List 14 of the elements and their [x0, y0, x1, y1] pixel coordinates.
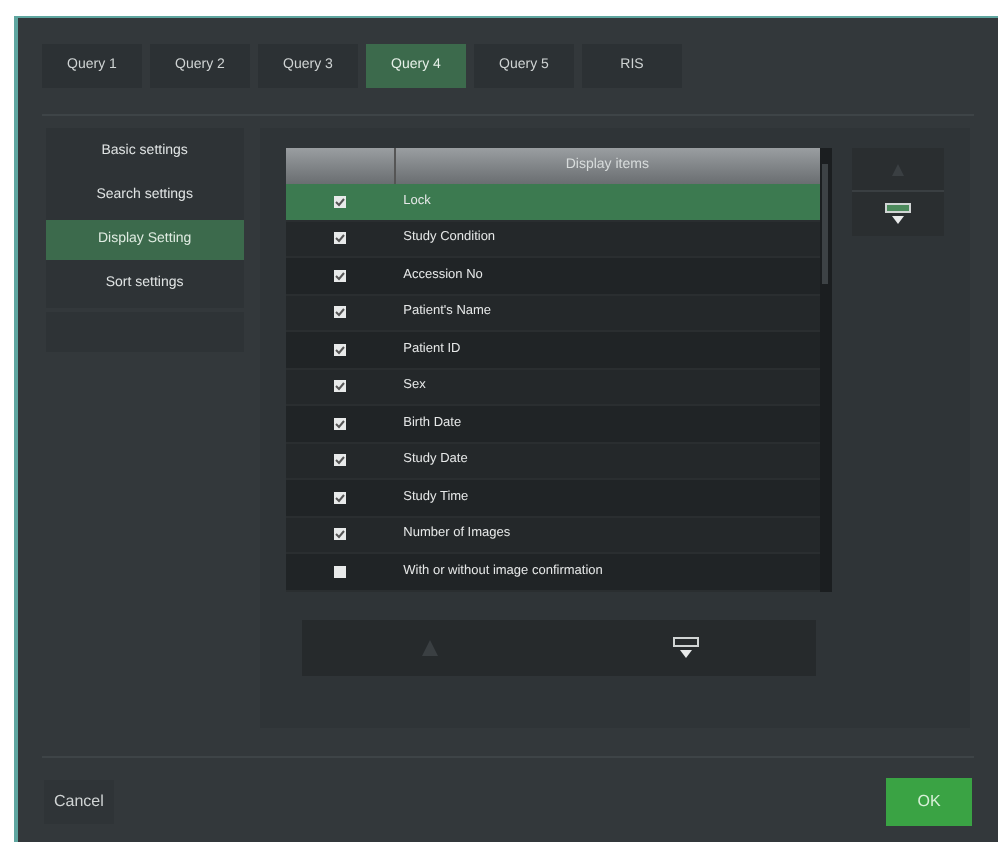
move-down-icon[interactable]	[672, 635, 701, 659]
checkbox[interactable]	[334, 491, 347, 504]
checkbox[interactable]	[334, 195, 347, 208]
cancel-button[interactable]: Cancel	[44, 780, 114, 824]
checkbox[interactable]	[334, 269, 347, 282]
checkbox[interactable]	[334, 565, 347, 578]
checkbox[interactable]	[334, 417, 347, 430]
checkbox[interactable]	[334, 380, 347, 393]
move-down-icon[interactable]	[883, 202, 912, 226]
checkbox[interactable]	[334, 454, 347, 467]
checkbox[interactable]	[334, 343, 347, 356]
checkbox[interactable]	[334, 232, 347, 245]
checkbox[interactable]	[334, 528, 347, 541]
checkbox[interactable]	[334, 306, 347, 319]
